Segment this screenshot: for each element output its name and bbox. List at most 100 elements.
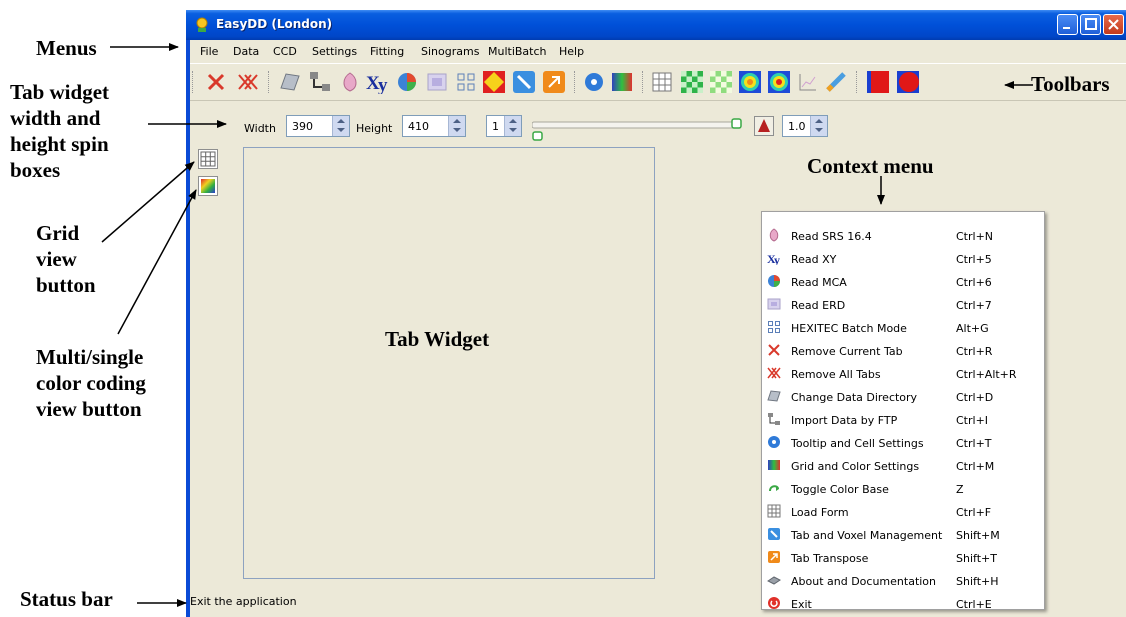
annotation-tab-size: Tab widget width and height spin boxes — [10, 80, 110, 182]
context-menu-item[interactable]: Load Form Ctrl+F — [762, 500, 1044, 523]
grid-icon — [200, 151, 216, 167]
scale-spin-arrows[interactable] — [810, 116, 827, 136]
context-menu-item[interactable]: Read SRS 16.4 Ctrl+N — [762, 224, 1044, 247]
srs-icon[interactable] — [338, 70, 362, 94]
range-slider[interactable] — [532, 118, 742, 142]
context-menu-item[interactable]: Import Data by FTP Ctrl+I — [762, 408, 1044, 431]
voxel-icon[interactable] — [512, 70, 536, 94]
menu-help[interactable]: Help — [559, 45, 584, 58]
transpose-icon[interactable] — [542, 70, 566, 94]
menu-ccd[interactable]: CCD — [273, 45, 297, 58]
menu-file[interactable]: File — [200, 45, 218, 58]
annotation-multi-color: Multi/single color coding view button — [36, 345, 146, 421]
menu-multibatch[interactable]: MultiBatch — [488, 45, 547, 58]
context-menu-item[interactable]: Read MCA Ctrl+6 — [762, 270, 1044, 293]
context-menu: Read SRS 16.4 Ctrl+N Xy Read XY Ctrl+5 R… — [761, 211, 1045, 611]
maximize-icon — [1085, 18, 1097, 30]
index-value: 1 — [492, 120, 499, 133]
directory-icon[interactable] — [278, 70, 302, 94]
multi-color-arrow — [117, 189, 197, 335]
checker-light-icon[interactable] — [709, 70, 733, 94]
toolbar-separator — [642, 71, 645, 93]
grid-view-arrow — [101, 161, 195, 243]
remove-all-icon[interactable] — [236, 70, 260, 94]
index-spin-arrows[interactable] — [504, 116, 521, 136]
index-spinbox[interactable]: 1 — [486, 115, 522, 137]
menu-settings[interactable]: Settings — [312, 45, 357, 58]
grid-color-icon[interactable] — [610, 70, 634, 94]
load-form-icon[interactable] — [650, 70, 674, 94]
context-menu-item[interactable]: About and Documentation Shift+H — [762, 569, 1044, 592]
brightness-icon[interactable] — [754, 116, 774, 136]
context-menu-item[interactable]: Toggle Color Base Z — [762, 477, 1044, 500]
menu-sinograms[interactable]: Sinograms — [421, 45, 479, 58]
annotation-toolbars: Toolbars — [1029, 71, 1110, 97]
height-value: 410 — [408, 120, 429, 133]
context-menu-item[interactable]: Grid and Color Settings Ctrl+M — [762, 454, 1044, 477]
context-menu-item[interactable]: Remove Current Tab Ctrl+R — [762, 339, 1044, 362]
context-menu-item[interactable]: Remove All Tabs Ctrl+Alt+R — [762, 362, 1044, 385]
toolbar: Xy — [190, 63, 1126, 101]
remove-tab-icon[interactable] — [204, 70, 228, 94]
color-map-red-icon[interactable] — [767, 70, 791, 94]
context-menu-item[interactable]: Exit Ctrl+E — [762, 592, 1044, 615]
grid-view-button[interactable] — [198, 149, 218, 169]
minimize-button[interactable] — [1057, 14, 1078, 35]
ftp-icon[interactable] — [308, 70, 332, 94]
width-label: Width — [244, 122, 276, 135]
maximize-button[interactable] — [1080, 14, 1101, 35]
width-value: 390 — [292, 120, 313, 133]
color-base-icon — [769, 485, 779, 492]
annotation-context-menu: Context menu — [807, 154, 934, 178]
close-button[interactable] — [1103, 14, 1124, 35]
width-spin-arrows[interactable] — [332, 116, 349, 136]
grid-color-icon — [768, 460, 780, 470]
multi-color-icon — [201, 179, 215, 193]
diamond-icon[interactable] — [482, 70, 506, 94]
mca-icon[interactable] — [395, 70, 419, 94]
toolbar-separator — [574, 71, 577, 93]
size-controls: Width 390 Height 410 1 1.0 — [190, 114, 1126, 142]
slider-max-handle[interactable] — [731, 118, 742, 129]
red-square-icon[interactable] — [866, 70, 890, 94]
context-menu-item[interactable]: Tab Transpose Shift+T — [762, 546, 1044, 569]
slider-min-handle[interactable] — [532, 131, 543, 141]
erd-icon[interactable] — [425, 70, 449, 94]
title-bar[interactable]: EasyDD (London) — [186, 10, 1126, 40]
context-menu-item[interactable]: Xy Read XY Ctrl+5 — [762, 247, 1044, 270]
ftp-icon — [768, 413, 780, 425]
scale-value: 1.0 — [788, 120, 806, 133]
red-circle-icon[interactable] — [896, 70, 920, 94]
window-title: EasyDD (London) — [216, 17, 333, 31]
hexitec-icon — [768, 321, 780, 333]
color-map-icon[interactable] — [738, 70, 762, 94]
xy-icon: Xy — [767, 252, 780, 265]
menu-fitting[interactable]: Fitting — [370, 45, 404, 58]
tooltip-icon[interactable] — [582, 70, 606, 94]
checker-green-icon[interactable] — [680, 70, 704, 94]
menu-bar: File Data CCD Settings Fitting Sinograms… — [190, 41, 1126, 62]
ruler-icon[interactable] — [824, 70, 848, 94]
svg-text:y: y — [774, 253, 780, 265]
tab-widget[interactable]: Tab Widget — [243, 147, 655, 579]
scale-spinbox[interactable]: 1.0 — [782, 115, 828, 137]
context-menu-item[interactable]: Read ERD Ctrl+7 — [762, 293, 1044, 316]
width-spinbox[interactable]: 390 — [286, 115, 350, 137]
toolbar-separator — [856, 71, 859, 93]
exit-icon — [768, 597, 780, 609]
xy-icon[interactable]: Xy — [366, 70, 390, 94]
color-coding-button[interactable] — [198, 176, 218, 196]
context-menu-item[interactable]: Tab and Voxel Management Shift+M — [762, 523, 1044, 546]
hexitec-icon[interactable] — [454, 70, 478, 94]
scatter-plot-icon[interactable] — [796, 70, 820, 94]
height-spin-arrows[interactable] — [448, 116, 465, 136]
context-menu-item[interactable]: Tooltip and Cell Settings Ctrl+T — [762, 431, 1044, 454]
srs-icon — [769, 228, 779, 242]
annotation-menus: Menus — [36, 36, 97, 60]
context-menu-item[interactable]: HEXITEC Batch Mode Alt+G — [762, 316, 1044, 339]
erd-icon — [767, 298, 781, 310]
toolbar-separator — [192, 71, 195, 93]
context-menu-item[interactable]: Change Data Directory Ctrl+D — [762, 385, 1044, 408]
height-spinbox[interactable]: 410 — [402, 115, 466, 137]
menu-data[interactable]: Data — [233, 45, 259, 58]
